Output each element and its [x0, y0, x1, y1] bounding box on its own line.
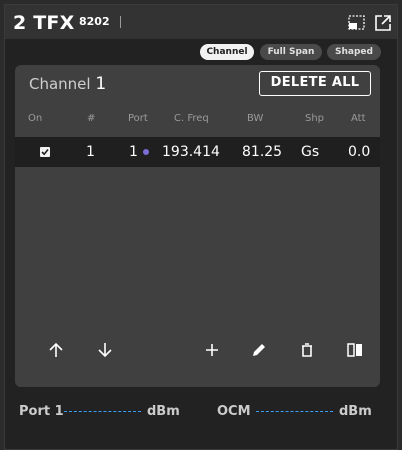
- cell-num: 1: [86, 144, 95, 160]
- title-separator: [120, 16, 121, 28]
- table-row[interactable]: 1 1 193.414 81.25 Gs 0.0: [15, 137, 380, 167]
- ocm-value-placeholder: [256, 411, 333, 412]
- popout-icon[interactable]: [374, 14, 392, 32]
- mode-full-span[interactable]: Full Span: [260, 44, 322, 60]
- column-on: On: [28, 113, 43, 124]
- panel-title-number: 1: [95, 74, 107, 94]
- column-shp: Shp: [305, 113, 325, 124]
- column-att: Att: [351, 113, 366, 124]
- mode-shaped[interactable]: Shaped: [327, 44, 381, 60]
- plus-icon[interactable]: [201, 339, 223, 361]
- cell-shp: Gs: [301, 144, 320, 160]
- mode-selector: Channel Full Span Shaped: [5, 39, 397, 63]
- cell-bw: 81.25: [242, 144, 283, 160]
- device-model: 8202: [79, 15, 110, 28]
- trash-icon[interactable]: [296, 339, 318, 361]
- on-checkbox[interactable]: [40, 147, 50, 157]
- pencil-icon[interactable]: [248, 339, 270, 361]
- channel-toolbar: [15, 317, 380, 387]
- column-num: #: [87, 113, 96, 124]
- column-cfreq: C. Freq: [174, 113, 209, 124]
- arrow-down-icon[interactable]: [94, 339, 116, 361]
- cell-port: 1: [129, 144, 138, 160]
- table-empty-area: [15, 167, 380, 317]
- split-view-icon[interactable]: [344, 339, 366, 361]
- cell-cfreq: 193.414: [162, 144, 220, 160]
- device-title: 2 TFX: [13, 12, 75, 34]
- port-readout-label: Port 1: [19, 404, 64, 419]
- arrow-up-icon[interactable]: [45, 339, 67, 361]
- panel-title-prefix: Channel: [29, 75, 91, 93]
- title-bar: 2 TFX 8202: [5, 5, 397, 39]
- panel-header: Channel 1 DELETE ALL: [15, 65, 380, 99]
- column-port: Port: [128, 113, 148, 124]
- delete-all-button[interactable]: DELETE ALL: [259, 71, 371, 96]
- device-window: 2 TFX 8202 Channel Full Span Shaped Chan…: [4, 4, 398, 450]
- column-bw: BW: [247, 113, 264, 124]
- channel-panel: Channel 1 DELETE ALL On # Port C. Freq B…: [15, 65, 380, 387]
- cell-att: 0.0: [348, 144, 371, 160]
- restore-icon[interactable]: [348, 14, 366, 32]
- ocm-readout-label: OCM: [217, 404, 251, 419]
- port-value-placeholder: [64, 411, 141, 412]
- port-readout-unit: dBm: [147, 404, 180, 419]
- panel-title: Channel 1: [29, 74, 106, 94]
- port-status-dot: [143, 149, 149, 155]
- ocm-readout-unit: dBm: [339, 404, 372, 419]
- mode-channel[interactable]: Channel: [200, 44, 254, 60]
